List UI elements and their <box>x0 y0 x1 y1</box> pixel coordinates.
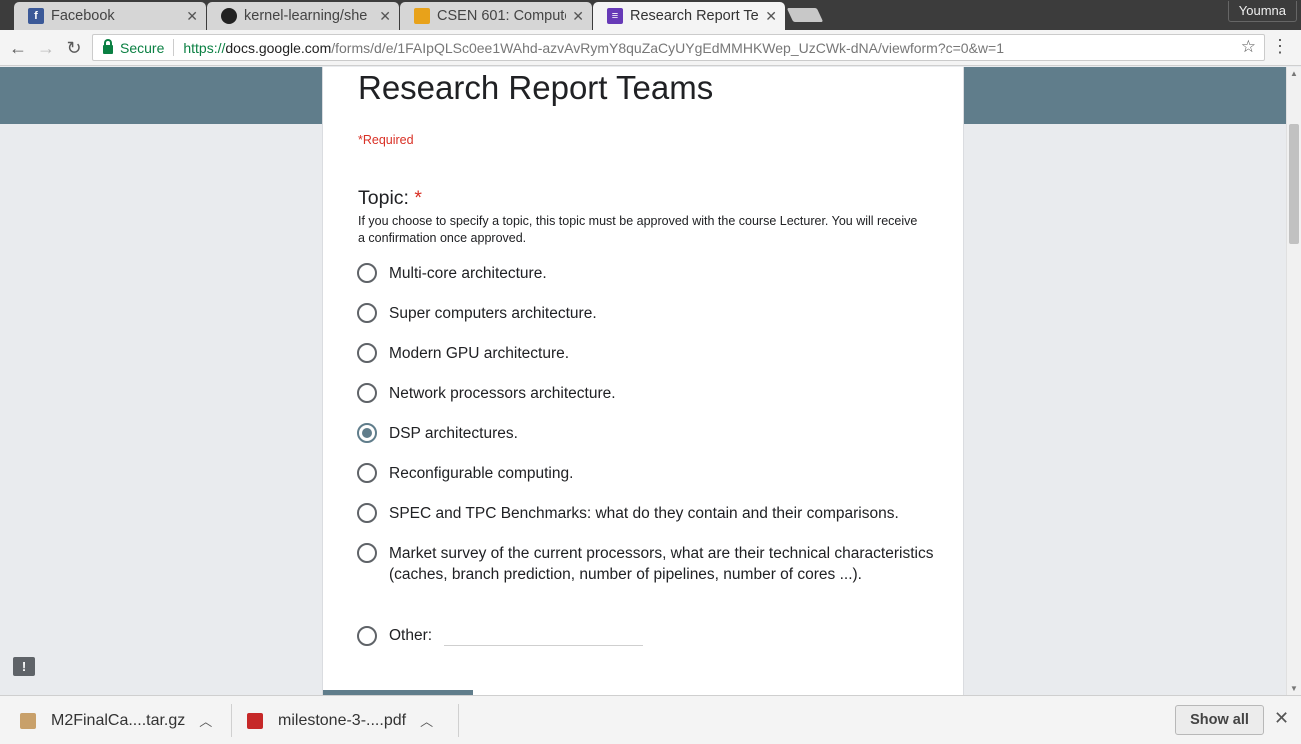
radio-button[interactable] <box>357 383 377 403</box>
browser-toolbar: ← → ↻ Secure https:// docs.google.com /f… <box>0 30 1301 66</box>
facebook-icon: f <box>28 8 44 24</box>
show-all-button[interactable]: Show all <box>1175 705 1264 735</box>
radio-option-selected[interactable]: DSP architectures. <box>357 423 937 444</box>
divider <box>173 39 175 56</box>
question-title: Topic: * <box>358 187 422 210</box>
close-tab-icon[interactable]: ✕ <box>765 8 777 25</box>
divider <box>458 704 459 737</box>
tab-label: Facebook <box>51 8 115 24</box>
radio-button[interactable] <box>357 463 377 483</box>
form-title: Research Report Teams <box>358 69 714 106</box>
tab-csen601[interactable]: CSEN 601: Compute ✕ <box>400 2 592 30</box>
radio-option[interactable]: Reconfigurable computing. <box>357 463 937 484</box>
radio-option[interactable]: Super computers architecture. <box>357 303 937 324</box>
option-label: Modern GPU architecture. <box>389 345 570 362</box>
divider <box>231 704 232 737</box>
secure-label: Secure <box>120 39 165 56</box>
radio-option[interactable]: Market survey of the current processors,… <box>357 543 937 585</box>
other-label: Other: <box>389 627 433 644</box>
radio-option[interactable]: Multi-core architecture. <box>357 263 937 284</box>
close-tab-icon[interactable]: ✕ <box>379 8 391 25</box>
download-item[interactable]: milestone-3-....pdf ︿ <box>247 696 433 744</box>
download-filename: milestone-3-....pdf <box>278 711 407 729</box>
download-shelf: M2FinalCa....tar.gz ︿ milestone-3-....pd… <box>0 695 1301 744</box>
close-tab-icon[interactable]: ✕ <box>186 8 198 25</box>
tab-label: CSEN 601: Compute <box>437 8 567 24</box>
other-text-input[interactable] <box>444 626 644 646</box>
tab-label: kernel-learning/she <box>244 8 368 24</box>
lock-icon <box>103 39 113 54</box>
github-icon <box>221 8 237 24</box>
radio-option[interactable]: SPEC and TPC Benchmarks: what do they co… <box>357 503 937 524</box>
option-label: DSP architectures. <box>389 425 518 442</box>
url-scheme: https:// <box>183 39 226 56</box>
radio-option[interactable]: Modern GPU architecture. <box>357 343 937 364</box>
scrollbar[interactable]: ▲ ▼ <box>1286 67 1301 695</box>
page-viewport: Research Report Teams *Required Topic: *… <box>0 67 1286 695</box>
radio-button[interactable] <box>357 343 377 363</box>
google-forms-icon: ≡ <box>607 8 623 24</box>
form-card: Research Report Teams *Required Topic: *… <box>322 67 964 695</box>
radio-button[interactable] <box>357 625 377 646</box>
url-path: /forms/d/e/1FAIpQLSc0ee1WAhd-azvAvRymY8q… <box>331 39 1004 56</box>
scroll-up-icon[interactable]: ▲ <box>1290 69 1298 78</box>
profile-button[interactable]: Youmna <box>1227 1 1297 22</box>
required-note: *Required <box>358 133 414 147</box>
radio-option-other[interactable]: Other: <box>357 625 937 646</box>
radio-button[interactable] <box>357 503 377 523</box>
bookmark-star-icon[interactable]: ☆ <box>1241 37 1256 57</box>
scroll-down-icon[interactable]: ▼ <box>1290 684 1298 693</box>
question-title-text: Topic: <box>358 187 415 209</box>
browser-menu-icon[interactable]: ⋮ <box>1271 36 1289 57</box>
radio-button-checked[interactable] <box>357 423 377 443</box>
scrollbar-thumb[interactable] <box>1289 124 1299 244</box>
chevron-up-icon[interactable]: ︿ <box>420 711 433 730</box>
download-item[interactable]: M2FinalCa....tar.gz ︿ <box>20 696 212 744</box>
radio-button[interactable] <box>357 303 377 323</box>
option-label: Super computers architecture. <box>389 305 597 322</box>
tab-facebook[interactable]: f Facebook ✕ <box>14 2 206 30</box>
radio-button[interactable] <box>357 543 377 563</box>
archive-icon <box>20 712 36 729</box>
tab-label: Research Report Te <box>630 8 759 24</box>
reload-icon[interactable]: ↻ <box>62 36 86 60</box>
close-tab-icon[interactable]: ✕ <box>572 8 584 25</box>
close-icon[interactable]: ✕ <box>1274 708 1289 729</box>
question-help-text: If you choose to specify a topic, this t… <box>358 214 918 245</box>
feedback-icon[interactable]: ! <box>13 657 35 676</box>
back-icon[interactable]: ← <box>6 36 30 60</box>
option-label: SPEC and TPC Benchmarks: what do they co… <box>389 505 899 522</box>
tab-github[interactable]: kernel-learning/she ✕ <box>207 2 399 30</box>
course-site-icon <box>414 8 430 24</box>
address-bar[interactable]: Secure https:// docs.google.com /forms/d… <box>92 34 1265 61</box>
radio-option[interactable]: Network processors architecture. <box>357 383 937 404</box>
url-host: docs.google.com <box>225 39 332 56</box>
forward-icon[interactable]: → <box>34 36 58 60</box>
tab-research-report[interactable]: ≡ Research Report Te ✕ <box>593 2 785 30</box>
radio-button[interactable] <box>357 263 377 283</box>
new-tab-button[interactable] <box>786 8 824 22</box>
download-filename: M2FinalCa....tar.gz <box>51 711 186 729</box>
option-label: Reconfigurable computing. <box>389 465 574 482</box>
required-asterisk: * <box>414 187 422 209</box>
pdf-icon <box>247 712 263 729</box>
option-label: Multi-core architecture. <box>389 265 547 282</box>
option-label: Network processors architecture. <box>389 385 616 402</box>
option-label: Market survey of the current processors,… <box>389 545 934 583</box>
tab-strip: f Facebook ✕ kernel-learning/she ✕ CSEN … <box>0 0 1301 30</box>
chevron-up-icon[interactable]: ︿ <box>199 711 212 730</box>
